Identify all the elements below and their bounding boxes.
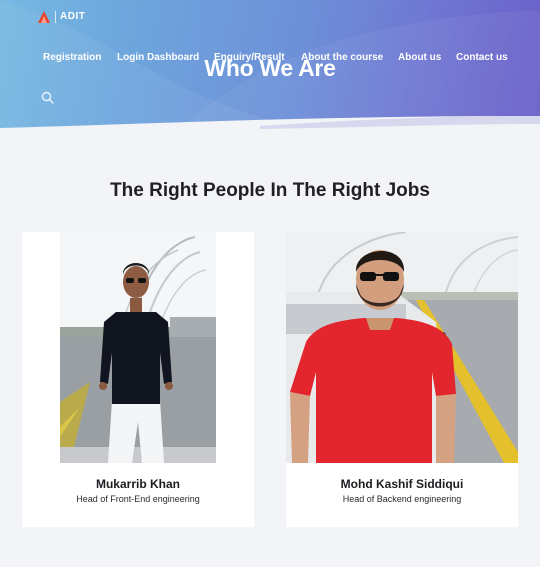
nav-about-us[interactable]: About us (398, 52, 441, 63)
search-button[interactable] (40, 90, 56, 106)
team-member-photo (60, 232, 216, 463)
team-member-role: Head of Backend engineering (342, 494, 462, 504)
nav-contact-us[interactable]: Contact us (456, 52, 508, 63)
nav-about-course[interactable]: About the course (301, 52, 383, 63)
logo-text: ADIT (55, 11, 85, 23)
nav-login-dashboard[interactable]: Login Dashboard (117, 52, 199, 63)
team-member-photo (286, 232, 518, 463)
search-icon (41, 91, 54, 104)
logo-triangle-icon (38, 11, 50, 23)
team-member-role: Head of Front-End engineering (76, 494, 200, 504)
team-card: Mohd Kashif Siddiqui Head of Backend eng… (286, 232, 518, 527)
hero-header: ADIT Who We Are Registration Login Dashb… (0, 0, 540, 146)
team-card: Mukarrib Khan Head of Front-End engineer… (22, 232, 254, 527)
nav-registration[interactable]: Registration (43, 52, 101, 63)
team-member-name: Mohd Kashif Siddiqui (340, 477, 464, 491)
team-member-name: Mukarrib Khan (95, 477, 180, 491)
section-title: The Right People In The Right Jobs (110, 180, 430, 201)
site-logo[interactable]: ADIT (37, 10, 85, 24)
nav-enquiry-result[interactable]: Enquiry/Result (214, 52, 285, 63)
